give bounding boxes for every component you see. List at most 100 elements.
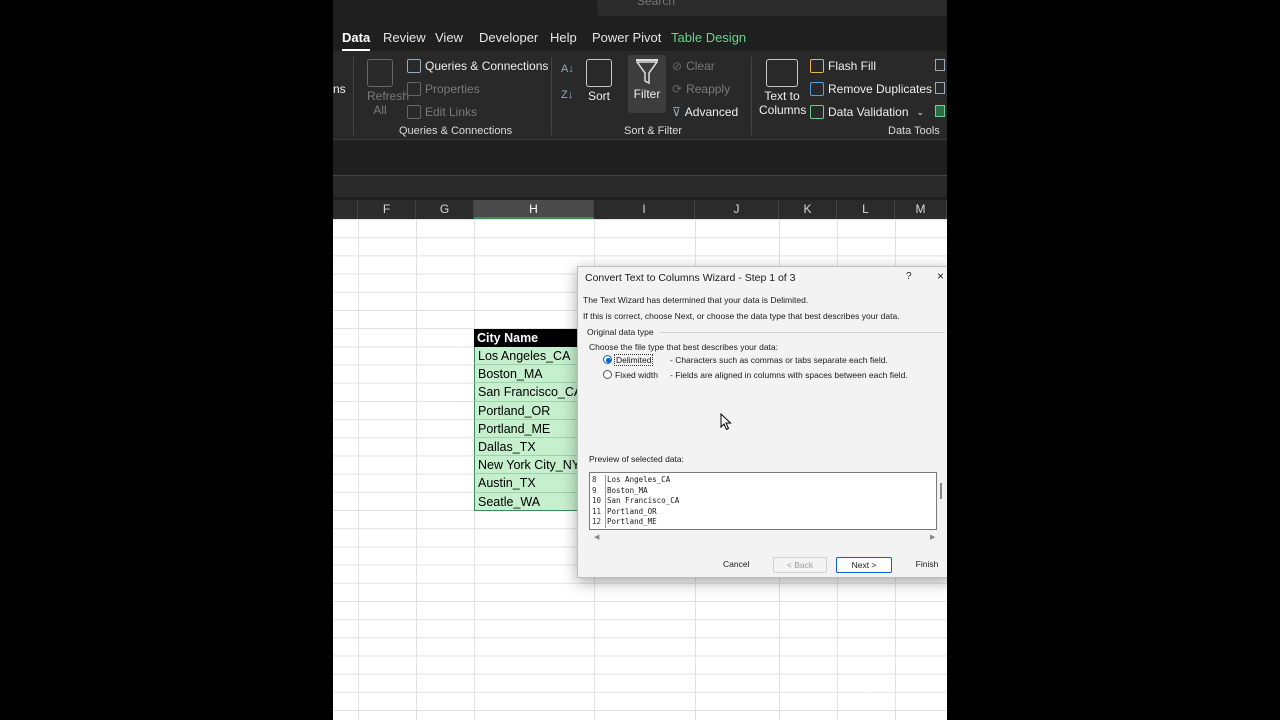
table-row[interactable]: Austin_TX [474, 474, 580, 493]
table-row[interactable]: Seatle_WA [474, 492, 580, 511]
reapply-label: Reapply [686, 82, 731, 96]
wizard-info-line2: If this is correct, choose Next, or choo… [583, 311, 900, 321]
preview-row-value: Los Angeles_CA [607, 475, 671, 484]
table-row[interactable]: New York City_NY [474, 456, 580, 475]
reapply-button[interactable]: ⟳ Reapply [672, 82, 730, 96]
formula-bar[interactable] [333, 175, 947, 197]
table-row[interactable]: San Francisco_CA [474, 383, 580, 402]
tab-developer[interactable]: Developer [479, 30, 538, 45]
table-row[interactable]: Boston_MA [474, 365, 580, 384]
gridline [358, 219, 359, 720]
sort-asc-icon[interactable]: A↓ [561, 63, 574, 75]
column-header-j[interactable]: J [695, 200, 779, 219]
filter-label: Filter [633, 87, 661, 101]
tab-help[interactable]: Help [550, 30, 577, 45]
remove-duplicates-button[interactable]: Remove Duplicates [810, 82, 932, 96]
queries-connections-button[interactable]: Queries & Connections [407, 59, 548, 73]
corner-cell[interactable] [333, 200, 358, 219]
advanced-button[interactable]: ⊽ Advanced [672, 105, 738, 119]
preview-vertical-scrollbar[interactable] [940, 483, 942, 499]
manage-data-model-icon[interactable] [935, 105, 945, 117]
scroll-left-icon[interactable]: ◀ [594, 533, 599, 541]
preview-row: 9 Boston_MA [590, 485, 648, 496]
preview-row: 10 San Francisco_CA [590, 496, 679, 507]
sort-button[interactable]: Sort [585, 59, 613, 103]
clear-button[interactable]: ⊘ Clear [672, 59, 715, 73]
column-header-k[interactable]: K [779, 200, 837, 219]
separator [353, 57, 354, 135]
help-icon[interactable]: ? [906, 271, 912, 282]
data-validation-button[interactable]: Data Validation ⌄ [810, 105, 924, 119]
ribbon: ns Refresh All Queries & Connections Pro… [333, 51, 947, 139]
clear-label: Clear [686, 59, 715, 73]
preview-row: 12 Portland_ME [590, 517, 657, 528]
preview-row-value: San Francisco_CA [607, 496, 680, 505]
wizard-info-line1: The Text Wizard has determined that your… [583, 295, 809, 305]
close-icon[interactable]: × [937, 269, 944, 283]
filter-button[interactable]: Filter [628, 55, 666, 113]
fixed-width-label[interactable]: Fixed width [615, 370, 658, 380]
refresh-label: Refresh [367, 89, 410, 103]
tab-review[interactable]: Review [383, 30, 426, 45]
table-row[interactable]: Portland_ME [474, 419, 580, 438]
properties-button[interactable]: Properties [407, 82, 480, 96]
advanced-filter-icon: ⊽ [672, 105, 681, 119]
search-input[interactable]: Search [597, 0, 947, 16]
text-to-columns-icon [766, 59, 798, 87]
preview-row: 8 Los Angeles_CA [590, 475, 670, 486]
column-header-i[interactable]: I [594, 200, 695, 219]
queries-connections-label: Queries & Connections [425, 59, 549, 73]
back-button[interactable]: < Back [773, 557, 827, 573]
delimited-radio[interactable] [603, 355, 612, 364]
preview-label: Preview of selected data: [589, 454, 684, 464]
sort-desc-icon[interactable]: Z↓ [561, 89, 573, 101]
consolidate-icon[interactable] [935, 59, 945, 71]
relationships-icon[interactable] [935, 82, 945, 94]
preview-row-number: 12 [590, 517, 606, 528]
refresh-sub: All [373, 103, 387, 117]
properties-icon [407, 82, 421, 96]
search-placeholder: Search [637, 0, 676, 8]
filter-icon [635, 59, 659, 85]
data-tools-group-label: Data Tools [888, 125, 940, 137]
column-header-f[interactable]: F [358, 200, 416, 219]
tab-power-pivot[interactable]: Power Pivot [592, 30, 661, 45]
column-header-l[interactable]: L [837, 200, 895, 219]
cancel-button[interactable]: Cancel [723, 557, 749, 573]
refresh-all-button[interactable]: Refresh All [367, 59, 410, 117]
finish-button[interactable]: Finish [899, 557, 947, 573]
scroll-right-icon[interactable]: ▶ [930, 533, 935, 541]
column-header-h[interactable]: H [474, 200, 594, 219]
preview-row-number: 10 [590, 496, 606, 507]
tab-data[interactable]: Data [342, 30, 371, 51]
fixed-width-radio[interactable] [603, 370, 612, 379]
tab-view[interactable]: View [435, 30, 463, 45]
ttc-line2: Columns [759, 103, 807, 117]
table-header-city-name[interactable]: City Name [474, 329, 580, 347]
sort-filter-group-label: Sort & Filter [624, 125, 683, 137]
ttc-line1: Text to [764, 89, 800, 103]
separator [751, 57, 752, 135]
data-preview[interactable]: 8 Los Angeles_CA 9 Boston_MA 10 San Francis… [589, 472, 937, 530]
flash-fill-button[interactable]: Flash Fill [810, 59, 876, 73]
table-row[interactable]: Dallas_TX [474, 437, 580, 457]
ribbon-sub-area [333, 139, 947, 175]
table-row[interactable]: Portland_OR [474, 401, 580, 420]
queries-icon [407, 59, 421, 73]
preview-row-value: Portland_OR [607, 506, 657, 516]
column-header-g[interactable]: G [416, 200, 474, 219]
tab-table-design[interactable]: Table Design [671, 30, 746, 45]
fieldset-border [660, 332, 945, 333]
edit-links-label: Edit Links [425, 105, 478, 119]
delimited-description: - Characters such as commas or tabs sepa… [670, 355, 888, 365]
ribbon-tabs: Data Review View Developer Help Power Pi… [333, 26, 947, 51]
edit-links-button[interactable]: Edit Links [407, 105, 477, 119]
delimited-label[interactable]: Delimited [614, 354, 654, 366]
preview-row: 11 Portland_OR [590, 506, 657, 517]
text-to-columns-button[interactable]: Text to Columns [759, 59, 807, 117]
column-header-m[interactable]: M [895, 200, 947, 219]
data-validation-label: Data Validation [828, 105, 909, 119]
table-row[interactable]: Los Angeles_CA [474, 347, 580, 366]
next-button[interactable]: Next > [836, 557, 892, 573]
city-table: City Name Los Angeles_CA Boston_MA San F… [474, 329, 580, 511]
